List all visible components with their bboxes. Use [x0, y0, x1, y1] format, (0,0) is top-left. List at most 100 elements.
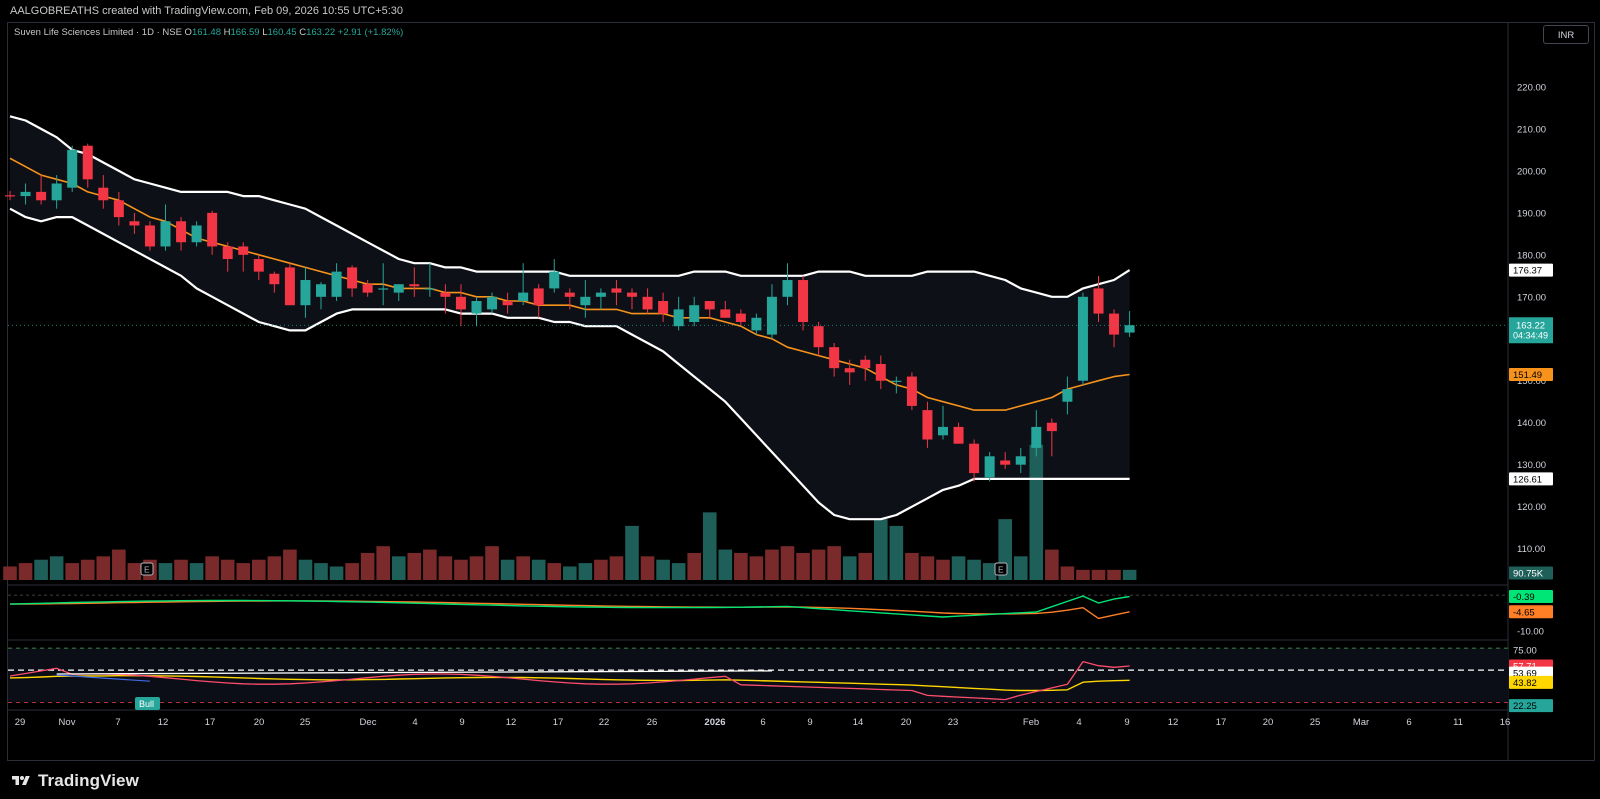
candle-body: [113, 200, 124, 218]
candle-body: [720, 309, 731, 318]
volume-bar: [3, 566, 17, 580]
time-tick-label: 12: [158, 717, 169, 728]
tradingview-logo[interactable]: TradingView: [10, 771, 139, 791]
candle-body: [67, 149, 78, 188]
candle-body: [1000, 460, 1011, 465]
volume-bar: [547, 563, 562, 580]
price-tick-label: 200.00: [1517, 166, 1546, 177]
high-label: H: [223, 27, 231, 38]
time-tick-label: 4: [1076, 717, 1081, 728]
candle-body: [409, 284, 420, 287]
time-tick-label: 4: [412, 717, 417, 728]
candle-body: [782, 280, 793, 297]
volume-bar: [252, 559, 266, 580]
volume-bar: [236, 563, 251, 580]
volume-bar: [454, 559, 468, 580]
volume-bar: [749, 556, 764, 580]
rsi-top-badge: 75.00: [1513, 646, 1537, 657]
candle-body: [502, 301, 513, 306]
volume-bar: [874, 519, 888, 580]
currency-button[interactable]: INR: [1543, 25, 1589, 44]
time-tick-label: 25: [1310, 717, 1321, 728]
macd-tick-label: -10.00: [1517, 626, 1544, 637]
volume-bar: [1091, 569, 1106, 580]
candle-body: [455, 296, 466, 310]
candle-body: [300, 280, 311, 306]
bollinger-band-fill: [10, 116, 1130, 520]
candle-body: [1015, 456, 1026, 465]
volume-bar: [174, 559, 188, 580]
price-tick-label: 130.00: [1517, 460, 1546, 471]
candle-body: [160, 221, 171, 247]
candle-body: [969, 443, 980, 474]
volume-bar: [640, 556, 655, 580]
time-tick-label: 2026: [704, 717, 725, 728]
volume-bar: [1107, 569, 1121, 580]
time-tick-label: 14: [853, 717, 864, 728]
volume-bar: [1076, 569, 1090, 580]
candle-body: [922, 410, 933, 440]
volume-bar: [329, 566, 344, 580]
price-tick-label: 110.00: [1517, 544, 1545, 555]
earnings-marker-label: E: [144, 565, 150, 575]
candle-body: [253, 259, 264, 272]
candle-body: [1077, 296, 1088, 381]
candle-body: [347, 267, 358, 289]
candle-body: [735, 313, 746, 322]
volume-bar: [516, 556, 530, 580]
volume-bar: [220, 559, 235, 580]
candle-body: [36, 191, 47, 201]
volume-bar: [189, 563, 204, 580]
time-tick-label: 16: [1500, 717, 1511, 728]
volume-bar: [112, 549, 126, 580]
volume-bar: [127, 563, 142, 580]
candle-body: [829, 347, 840, 369]
time-tick-label: 26: [647, 717, 658, 728]
price-tick-label: 180.00: [1517, 250, 1546, 261]
time-tick-label: 12: [506, 717, 517, 728]
time-tick-label: Nov: [59, 717, 76, 728]
candle-body: [20, 191, 31, 197]
candle-body: [689, 305, 700, 322]
volume-bar: [671, 563, 686, 580]
candle-body: [751, 317, 762, 331]
time-tick-label: 17: [205, 717, 216, 728]
time-tick-label: 9: [1124, 717, 1129, 728]
volume-bar: [609, 556, 624, 580]
candle-body: [518, 292, 529, 302]
candle-body: [813, 326, 824, 348]
price-tick-label: 220.00: [1517, 82, 1546, 93]
candle-body: [642, 296, 653, 310]
candle-body: [176, 221, 187, 243]
candle-body: [471, 301, 482, 314]
volume-bar: [438, 556, 453, 580]
volume-bar: [469, 556, 484, 580]
candle-body: [331, 271, 342, 297]
time-tick-label: 6: [1406, 717, 1411, 728]
candle-body: [316, 284, 326, 297]
volume-bar: [1013, 556, 1028, 580]
candle-body: [222, 246, 233, 260]
symbol-name[interactable]: Suven Life Sciences Limited · 1D · NSE: [14, 27, 182, 38]
volume-bar: [1029, 444, 1044, 580]
price-tick-label: 140.00: [1517, 418, 1546, 429]
volume-bar: [65, 563, 79, 580]
time-tick-label: 23: [948, 717, 959, 728]
volume-bar: [811, 549, 826, 580]
candle-body: [704, 301, 715, 310]
basis-badge: 151.49: [1513, 370, 1542, 381]
candle-body: [129, 221, 140, 226]
volume-bar: [796, 552, 810, 580]
volume-bar: [376, 546, 390, 580]
candle-body: [284, 267, 295, 306]
signal-badge: -4.65: [1513, 607, 1535, 618]
volume-bar: [594, 559, 608, 580]
price-tick-label: 190.00: [1517, 208, 1546, 219]
candle-body: [580, 296, 591, 306]
volume-bar: [625, 525, 639, 580]
rsi-ma-badge: 43.82: [1513, 678, 1537, 689]
candle-body: [875, 363, 886, 381]
candle-body: [549, 271, 560, 289]
volume-bar: [96, 556, 111, 580]
volume-bar: [49, 556, 64, 580]
